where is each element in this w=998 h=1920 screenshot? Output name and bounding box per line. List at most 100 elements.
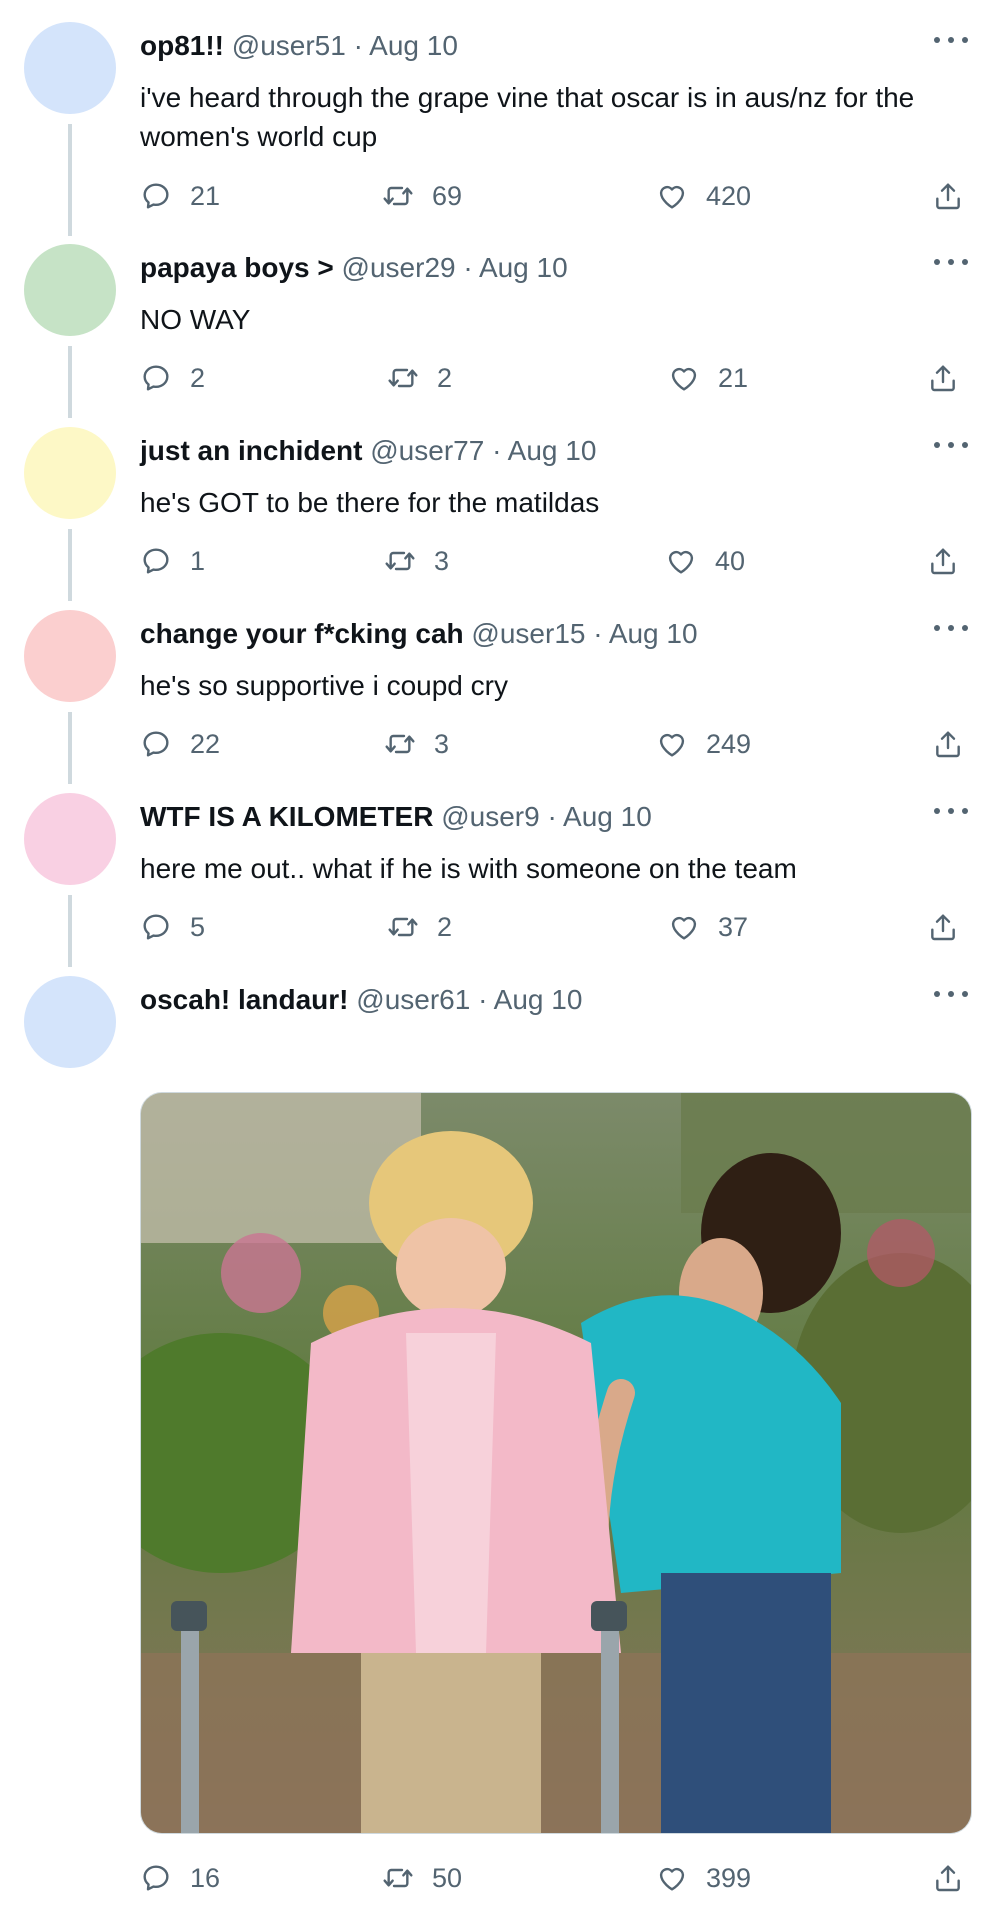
more-icon [934,37,940,43]
avatar[interactable] [24,427,116,519]
reply-icon [143,548,169,574]
retweet-icon [385,551,415,571]
share-icon [936,183,960,210]
more-options-button[interactable] [934,801,968,821]
display-name[interactable]: WTF IS A KILOMETER [140,801,433,832]
more-options-button[interactable] [934,252,968,272]
tweet[interactable]: oscah! landaur! @user61 · Aug 10 16 50 3… [0,954,998,1920]
tweet[interactable]: op81!! @user51 · Aug 10 i've heard throu… [0,0,998,236]
reply-button[interactable]: 2 [140,358,205,398]
heart-icon [659,1867,685,1891]
like-button[interactable]: 399 [656,1858,751,1898]
avatar[interactable] [24,244,116,336]
retweet-count: 50 [432,1862,463,1893]
more-options-button[interactable] [934,984,968,1004]
reply-button[interactable]: 22 [140,724,220,764]
retweet-count: 3 [434,545,450,576]
retweet-icon [383,186,413,206]
tweet-actions: 22 3 249 [140,724,970,764]
share-button[interactable] [927,541,959,581]
retweet-button[interactable]: 69 [382,176,462,216]
tweet-date[interactable]: Aug 10 [563,801,652,832]
tweet-date[interactable]: Aug 10 [609,618,698,649]
retweet-icon [385,734,415,754]
tweet-date[interactable]: Aug 10 [479,252,568,283]
reply-count: 1 [190,545,206,576]
retweet-button[interactable]: 3 [384,724,449,764]
tweet-actions: 16 50 399 [140,1858,970,1898]
reply-button[interactable]: 1 [140,541,205,581]
display-name[interactable]: just an inchident [140,435,362,466]
avatar[interactable] [24,22,116,114]
tweet-header: just an inchident @user77 · Aug 10 [140,433,596,469]
like-button[interactable]: 249 [656,724,751,764]
user-handle[interactable]: @user77 [370,435,484,466]
more-options-button[interactable] [934,435,968,455]
user-handle[interactable]: @user15 [471,618,585,649]
user-handle[interactable]: @user51 [232,30,346,61]
separator-dot: · [463,252,473,283]
tweet-header: oscah! landaur! @user61 · Aug 10 [140,982,582,1018]
tweet-header: papaya boys > @user29 · Aug 10 [140,250,568,286]
avatar[interactable] [24,976,116,1068]
retweet-button[interactable]: 50 [382,1858,462,1898]
share-icon [936,731,960,758]
share-button[interactable] [927,907,959,947]
tweet-photo[interactable] [140,1092,972,1834]
reply-button[interactable]: 21 [140,176,220,216]
reply-count: 22 [190,728,221,759]
retweet-button[interactable]: 3 [384,541,449,581]
like-button[interactable]: 420 [656,176,751,216]
tweet-header: op81!! @user51 · Aug 10 [140,28,458,64]
tweet-text: he's so supportive i coupd cry [140,670,508,701]
reply-count: 5 [190,911,206,942]
share-button[interactable] [932,1858,964,1898]
display-name[interactable]: oscah! landaur! [140,984,348,1015]
like-count: 249 [706,728,752,759]
reply-icon [143,731,169,757]
reply-button[interactable]: 16 [140,1858,220,1898]
user-handle[interactable]: @user29 [342,252,456,283]
tweet-date[interactable]: Aug 10 [494,984,583,1015]
reply-count: 2 [190,362,206,393]
more-options-button[interactable] [934,30,968,50]
tweet-date[interactable]: Aug 10 [369,30,458,61]
heart-icon [668,550,694,574]
avatar[interactable] [24,610,116,702]
retweet-button[interactable]: 2 [387,358,452,398]
retweet-button[interactable]: 2 [387,907,452,947]
retweet-count: 69 [432,180,463,211]
avatar[interactable] [24,793,116,885]
reply-button[interactable]: 5 [140,907,205,947]
tweet-header: change your f*cking cah @user15 · Aug 10 [140,616,698,652]
user-handle[interactable]: @user9 [441,801,539,832]
tweet[interactable]: WTF IS A KILOMETER @user9 · Aug 10 here … [0,771,998,967]
tweet-date[interactable]: Aug 10 [508,435,597,466]
tweet-text: here me out.. what if he is with someone… [140,853,797,884]
share-button[interactable] [927,358,959,398]
heart-icon [659,185,685,209]
share-icon [931,914,955,941]
share-button[interactable] [932,176,964,216]
like-button[interactable]: 37 [668,907,748,947]
like-button[interactable]: 21 [668,358,748,398]
like-count: 40 [715,545,746,576]
share-button[interactable] [932,724,964,764]
tweet[interactable]: just an inchident @user77 · Aug 10 he's … [0,405,998,601]
display-name[interactable]: change your f*cking cah [140,618,464,649]
user-handle[interactable]: @user61 [356,984,470,1015]
display-name[interactable]: papaya boys > [140,252,334,283]
retweet-count: 2 [437,911,453,942]
more-options-button[interactable] [934,618,968,638]
tweet-text: NO WAY [140,304,251,335]
display-name[interactable]: op81!! [140,30,224,61]
reply-icon [143,365,169,391]
more-icon [934,808,940,814]
tweet-text: i've heard through the grape vine that o… [140,82,915,152]
tweet[interactable]: papaya boys > @user29 · Aug 10 NO WAY 2 … [0,222,998,418]
tweet-actions: 5 2 37 [140,907,970,947]
tweet[interactable]: change your f*cking cah @user15 · Aug 10… [0,588,998,784]
like-button[interactable]: 40 [665,541,745,581]
separator-dot: · [547,801,557,832]
separator-dot: · [492,435,502,466]
